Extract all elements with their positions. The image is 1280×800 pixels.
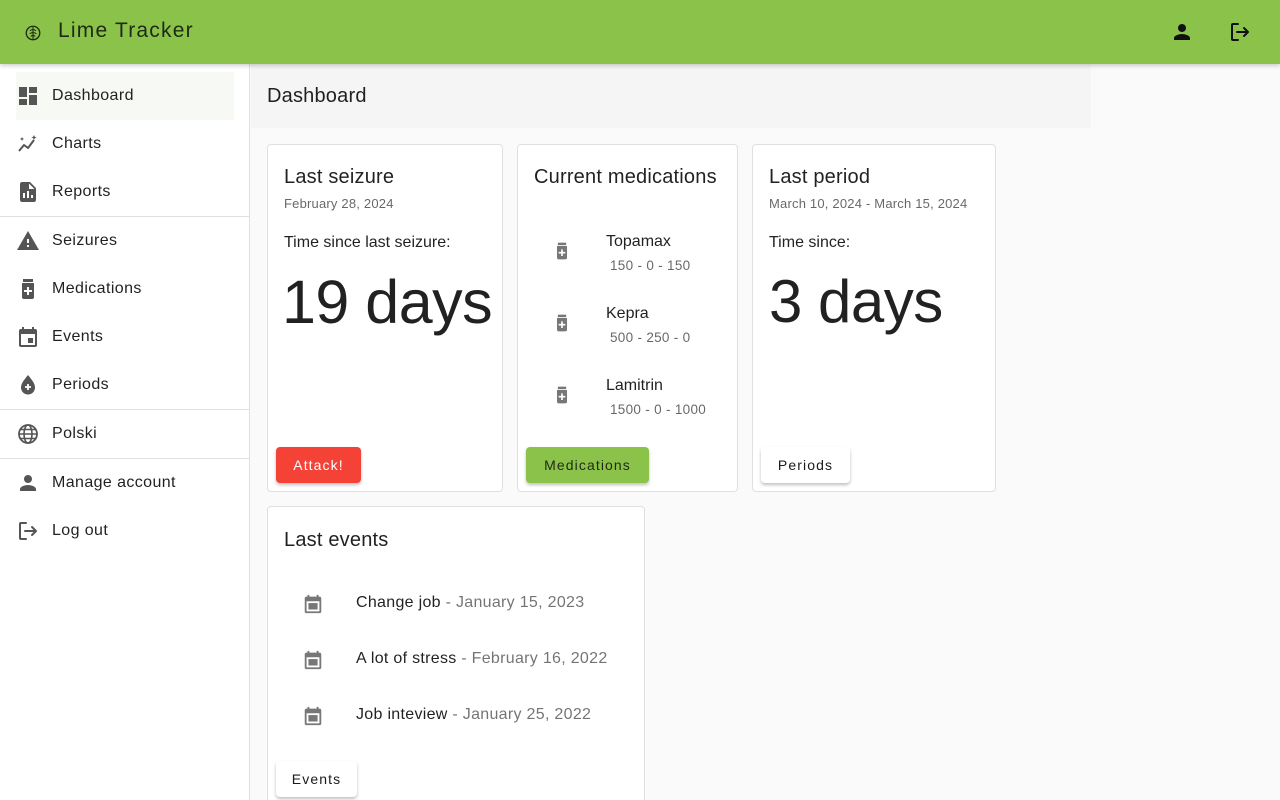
last-events-card: Last events Change job - January 15, 202…: [267, 506, 645, 800]
person-icon[interactable]: [1170, 20, 1194, 44]
attack-button[interactable]: Attack!: [276, 447, 361, 483]
sidebar-item-label: Dashboard: [52, 87, 134, 104]
medication-dose: 1500 - 0 - 1000: [610, 402, 707, 417]
calendar-icon: [304, 594, 322, 614]
medication-name: Lamitrin: [606, 377, 663, 394]
blood-drop-icon: [21, 375, 35, 395]
event-date: - January 15, 2023: [440, 594, 585, 611]
event-date: - February 16, 2022: [456, 650, 608, 667]
sidebar-item-label: Charts: [52, 135, 102, 152]
sidebar-item-label: Periods: [52, 376, 110, 393]
medication-icon: [557, 242, 567, 260]
brain-icon: [25, 25, 41, 41]
sidebar-item-log-out[interactable]: Log out: [0, 507, 249, 555]
medication-name: Kepra: [606, 305, 649, 322]
current-medications-card: Current medications Topamax 150 - 0 - 15…: [517, 144, 738, 492]
card-title: Last events: [284, 529, 389, 551]
event-entry: Job inteview - January 25, 2022: [356, 706, 591, 724]
person-icon: [20, 475, 36, 491]
card-title: Last period: [769, 166, 871, 188]
medication-icon: [22, 279, 34, 299]
report-document-icon: [20, 182, 36, 202]
list-item: Kepra 500 - 250 - 0: [518, 297, 738, 369]
sidebar-item-label: Polski: [52, 425, 98, 442]
sidebar-item-events[interactable]: Events: [0, 313, 249, 361]
card-title: Last seizure: [284, 166, 395, 188]
days-since-seizure: 19 days: [282, 268, 493, 336]
app-bar: Lime Tracker: [0, 0, 1280, 64]
list-item: Topamax 150 - 0 - 150: [518, 225, 738, 297]
sidebar-item-charts[interactable]: Charts: [0, 120, 249, 168]
warning-icon: [17, 231, 39, 250]
sidebar-item-label: Events: [52, 328, 104, 345]
logout-icon: [19, 522, 37, 540]
calendar-icon: [304, 706, 322, 726]
event-name: A lot of stress: [356, 650, 457, 667]
sidebar-item-manage-account[interactable]: Manage account: [0, 459, 249, 507]
last-seizure-card: Last seizure February 28, 2024 Time sinc…: [267, 144, 503, 492]
list-item: Job inteview - January 25, 2022: [268, 689, 644, 745]
sidebar-item-label: Log out: [52, 522, 109, 539]
last-period-card: Last period March 10, 2024 - March 15, 2…: [752, 144, 996, 492]
sidebar-item-seizures[interactable]: Seizures: [0, 217, 249, 265]
sidebar-item-dashboard[interactable]: Dashboard: [16, 72, 234, 120]
auto-graph-icon: [18, 135, 37, 152]
sidebar-item-reports[interactable]: Reports: [0, 168, 249, 216]
event-name: Change job: [356, 594, 441, 611]
dashboard-icon: [19, 87, 37, 105]
calendar-icon: [19, 327, 37, 347]
calendar-icon: [304, 650, 322, 670]
sidebar-item-medications[interactable]: Medications: [0, 265, 249, 313]
list-item: Lamitrin 1500 - 0 - 1000: [518, 369, 738, 441]
periods-button[interactable]: Periods: [761, 447, 850, 483]
sidebar-item-label: Manage account: [52, 474, 176, 491]
medication-name: Topamax: [606, 233, 671, 250]
page-header: Dashboard: [251, 64, 1091, 128]
sidebar-item-label: Medications: [52, 280, 142, 297]
event-date: - January 25, 2022: [447, 706, 592, 723]
logout-icon[interactable]: [1228, 20, 1252, 44]
sidebar-item-label: Reports: [52, 183, 111, 200]
page-title: Dashboard: [267, 85, 367, 107]
event-entry: Change job - January 15, 2023: [356, 594, 584, 612]
list-item: Change job - January 15, 2023: [268, 577, 644, 633]
medication-icon: [557, 314, 567, 332]
card-title: Current medications: [534, 166, 717, 188]
days-since-period: 3 days: [769, 268, 943, 335]
events-button[interactable]: Events: [276, 761, 357, 797]
event-entry: A lot of stress - February 16, 2022: [356, 650, 608, 668]
time-since-label: Time since last seizure:: [284, 234, 451, 251]
sidebar: Dashboard Charts Reports Seizures Medica…: [0, 64, 250, 800]
medication-icon: [557, 386, 567, 404]
time-since-label: Time since:: [769, 234, 851, 251]
globe-icon: [18, 424, 38, 444]
sidebar-item-periods[interactable]: Periods: [0, 361, 249, 409]
list-item: A lot of stress - February 16, 2022: [268, 633, 644, 689]
app-title: Lime Tracker: [58, 19, 194, 42]
medications-button[interactable]: Medications: [526, 447, 649, 483]
sidebar-item-language[interactable]: Polski: [0, 410, 249, 458]
last-seizure-date: February 28, 2024: [284, 196, 394, 211]
last-period-dates: March 10, 2024 - March 15, 2024: [769, 196, 968, 211]
medication-dose: 500 - 250 - 0: [610, 330, 691, 345]
event-name: Job inteview: [356, 706, 448, 723]
sidebar-item-label: Seizures: [52, 232, 118, 249]
medication-dose: 150 - 0 - 150: [610, 258, 691, 273]
